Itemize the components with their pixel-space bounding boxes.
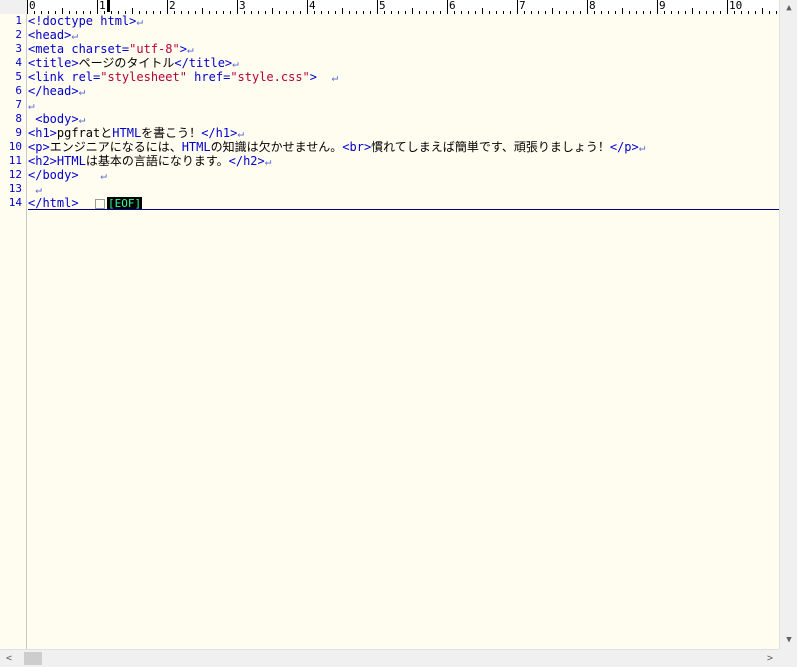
scroll-up-arrow-icon[interactable]: ▲: [780, 0, 797, 16]
code-line-6: </head>↵: [28, 84, 86, 98]
ruler-label-8: 8: [589, 0, 596, 12]
ruler-corner: [0, 0, 27, 14]
ruler-label-10: 10: [729, 0, 743, 12]
ruler-label-3: 3: [239, 0, 246, 12]
code-line-4: <title>ページのタイトル</title>↵: [28, 56, 239, 70]
line-number: 8: [15, 112, 22, 125]
ruler-label-9: 9: [659, 0, 666, 12]
code-line-9: <h1>pgfratとHTMLを書こう！</h1>↵: [28, 126, 244, 140]
newline-mark: ↵: [35, 183, 42, 196]
newline-mark: ↵: [100, 169, 107, 182]
line-number: 14: [8, 196, 22, 209]
newline-mark: ↵: [71, 29, 78, 42]
line-number-gutter: 1 2 3 4 5 6 7 8 9 10 11 12 13 14: [0, 14, 27, 649]
line-number: 1: [15, 14, 22, 27]
ruler-bar: 0 1 2 3 4 5 6 7 8 9 10: [0, 0, 779, 15]
code-line-1: <!doctype html>↵: [28, 14, 143, 28]
editor-text-area[interactable]: <!doctype html>↵ <head>↵ <meta charset="…: [28, 14, 779, 649]
code-line-11: <h2>HTMLは基本の言語になります。</h2>↵: [28, 154, 272, 168]
line-number: 7: [15, 98, 22, 111]
code-line-8: <body>↵: [28, 112, 86, 126]
newline-mark: ↵: [186, 43, 194, 56]
ruler-label-4: 4: [309, 0, 316, 12]
scroll-left-arrow-icon[interactable]: <: [0, 650, 18, 667]
scroll-down-arrow-icon[interactable]: ▼: [780, 632, 797, 648]
horizontal-scroll-thumb[interactable]: [24, 652, 42, 665]
newline-mark: ↵: [78, 113, 86, 126]
newline-mark: ↵: [78, 85, 86, 98]
code-line-7: ↵: [28, 98, 35, 112]
ruler-cursor-marker: [107, 0, 110, 12]
line-number: 2: [15, 28, 22, 41]
code-line-2: <head>↵: [28, 28, 78, 42]
gutter-divider: [26, 14, 27, 649]
ruler-label-2: 2: [169, 0, 176, 12]
ruler-label-1: 1: [99, 0, 106, 12]
newline-mark: ↵: [28, 99, 35, 112]
newline-mark: ↵: [237, 127, 244, 140]
ruler-ticks: [27, 0, 777, 14]
code-line-13: ↵: [28, 182, 42, 196]
code-line-5: <link rel="stylesheet" href="style.css">…: [28, 70, 339, 84]
ruler-label-7: 7: [519, 0, 526, 12]
newline-mark: ↵: [264, 155, 272, 168]
newline-mark: ↵: [331, 71, 339, 84]
newline-mark: ↵: [136, 15, 143, 28]
scrollbar-corner: [779, 649, 797, 666]
scroll-right-arrow-icon[interactable]: >: [761, 650, 779, 667]
line-number: 10: [8, 140, 22, 153]
text-editor[interactable]: 1 2 3 4 5 6 7 8 9 10 11 12 13 14 <!docty…: [0, 14, 779, 649]
line-number: 4: [15, 56, 22, 69]
ruler-label-0: 0: [29, 0, 36, 12]
ruler-label-5: 5: [379, 0, 386, 12]
line-number: 11: [8, 154, 22, 167]
line-number: 3: [15, 42, 22, 55]
full-width-space-box: [95, 198, 106, 209]
newline-mark: ↵: [232, 57, 239, 70]
line-number: 9: [15, 126, 22, 139]
line-number: 13: [8, 182, 22, 195]
line-number: 12: [8, 168, 22, 181]
code-line-14: </html> [EOF]: [28, 196, 143, 210]
column-ruler: 0 1 2 3 4 5 6 7 8 9 10: [27, 0, 779, 15]
code-line-10: <p>エンジニアになるには、HTMLの知識は欠かせません。<br>慣れてしまえば…: [28, 140, 646, 154]
horizontal-scrollbar[interactable]: < >: [0, 649, 779, 667]
line-number: 5: [15, 70, 22, 83]
code-line-12: </body> ↵: [28, 168, 107, 182]
newline-mark: ↵: [638, 141, 646, 154]
cursor-line-underline: [28, 209, 779, 210]
ruler-label-6: 6: [449, 0, 456, 12]
code-line-3: <meta charset="utf-8">↵: [28, 42, 194, 56]
vertical-scrollbar[interactable]: ▲ ▼: [779, 0, 797, 649]
line-number: 6: [15, 84, 22, 97]
